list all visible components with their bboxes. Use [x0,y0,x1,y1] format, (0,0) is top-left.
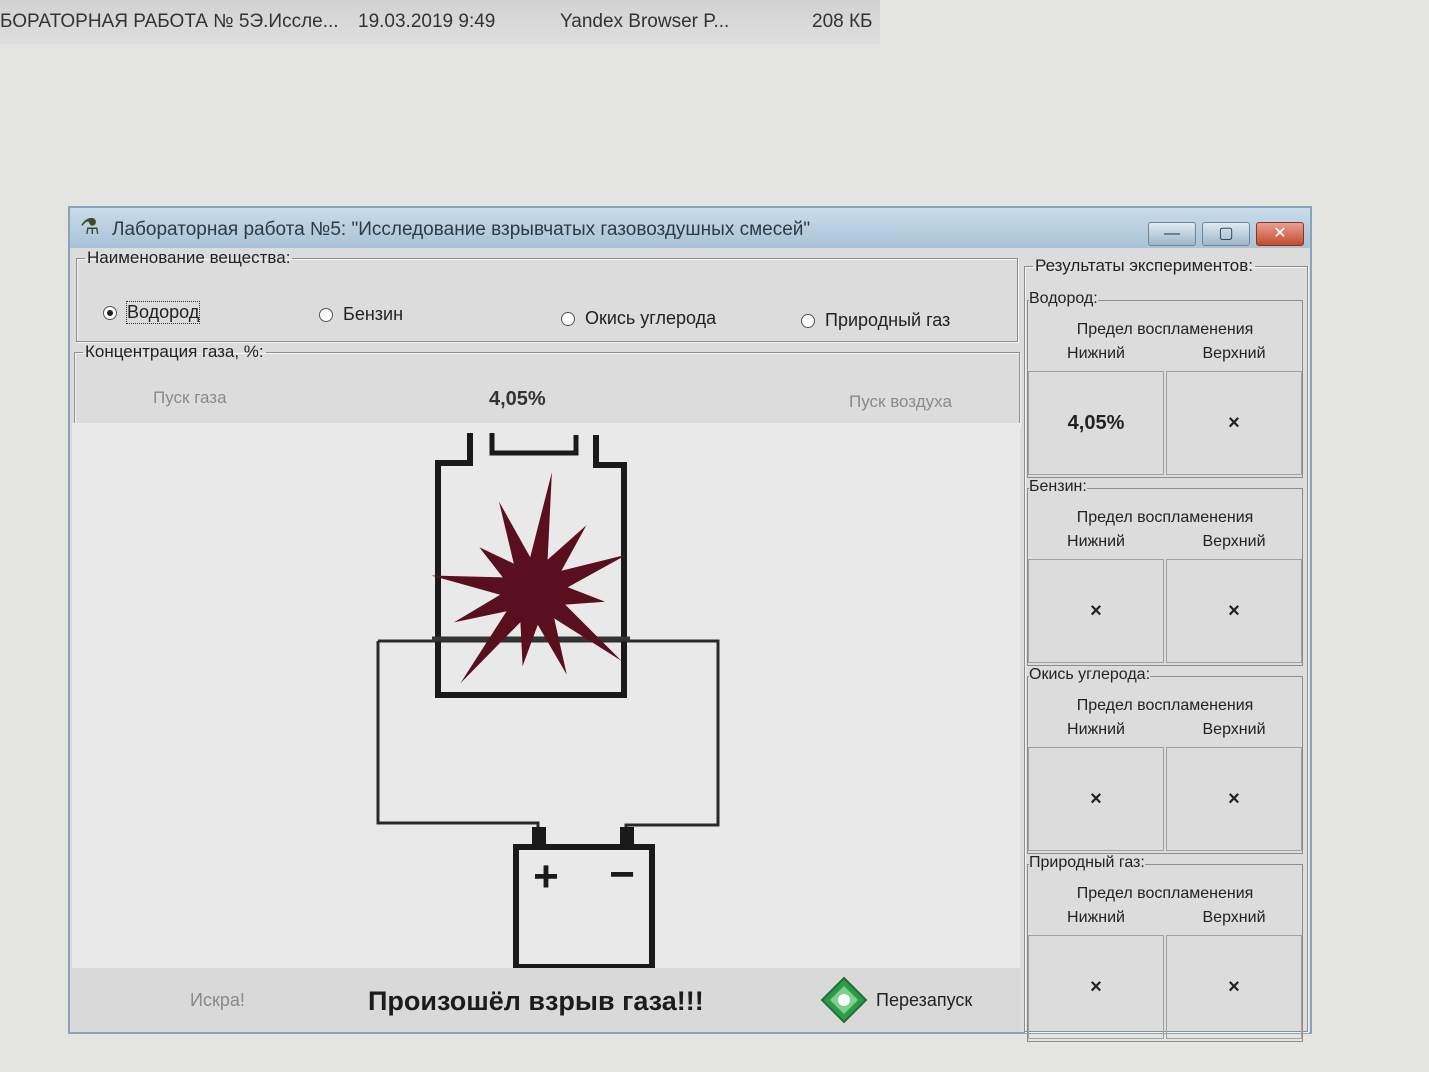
simulation-area: + − [72,423,1020,971]
bg-file-app: Yandex Browser P... [560,11,730,32]
status-message: Произошёл взрыв газа!!! [368,986,704,1016]
bg-file-name: БОРАТОРНАЯ РАБОТА № 5Э.Иссле... [0,11,339,32]
background-file-row: БОРАТОРНАЯ РАБОТА № 5Э.Иссле... 19.03.20… [0,0,880,44]
radio-natural-gas[interactable]: Природный газ [801,310,950,331]
restart-button[interactable]: Перезапуск [820,976,972,1024]
result-lower-value: 4,05% [1028,371,1164,475]
close-button[interactable]: ✕ [1256,222,1304,246]
gas-start-button[interactable]: Пуск газа [153,388,227,408]
radio-carbon-monoxide-label[interactable]: Окись углерода [585,308,716,329]
results-panel: Результаты экспериментов: Предел восплам… [1024,256,1308,1042]
radio-natural-gas-dot[interactable] [801,313,815,328]
result-group-name: Природный газ: [1029,854,1145,872]
result-group-natural-gas: Предел воспламенения Нижний Верхний × × … [1027,854,1305,1042]
battery-minus-sign: − [609,850,635,899]
maximize-button[interactable]: ▢ [1202,222,1250,246]
concentration-group: Концентрация газа, %: Пуск газа 4,05% Пу… [74,342,1020,426]
result-lower-label: Нижний [1067,909,1125,926]
air-start-button[interactable]: Пуск воздуха [849,392,952,412]
result-frame: Предел воспламенения Нижний Верхний × × [1027,488,1303,666]
result-frame: Предел воспламенения Нижний Верхний × × [1027,864,1303,1042]
window-title: Лабораторная работа №5: "Исследование вз… [112,219,811,240]
radio-carbon-monoxide-dot[interactable] [561,311,575,326]
wire-left [376,641,540,833]
result-header: Предел воспламенения [1076,509,1254,526]
result-group-name: Окись углерода: [1029,666,1151,684]
result-upper-label: Верхний [1202,909,1266,926]
radio-gasoline-label[interactable]: Бензин [343,304,403,325]
battery-terminal-plus [532,827,546,849]
radio-hydrogen-label[interactable]: Водород [125,301,201,324]
app-icon: ⚗ [80,214,100,239]
result-frame: Предел воспламенения Нижний Верхний 4,05… [1027,300,1303,478]
wire-right [378,639,720,833]
concentration-value: 4,05% [489,388,546,410]
result-lower-value: × [1028,935,1164,1039]
vessel-neck [489,433,579,456]
result-header: Предел воспламенения [1076,885,1254,902]
radio-natural-gas-label[interactable]: Природный газ [825,310,950,331]
radio-hydrogen[interactable]: Водород [103,301,201,324]
result-upper-label: Верхний [1202,533,1266,550]
result-lower-label: Нижний [1067,345,1125,362]
result-header: Предел воспламенения [1076,321,1254,338]
result-lower-value: × [1028,747,1164,851]
result-lower-label: Нижний [1067,721,1125,738]
restart-icon [820,976,868,1024]
minimize-button[interactable]: — [1148,222,1196,246]
battery-terminal-minus [620,827,634,849]
result-upper-value: × [1166,371,1302,475]
title-bar[interactable]: ⚗ Лабораторная работа №5: "Исследование … [70,208,1310,248]
result-upper-value: × [1166,559,1302,663]
spark-button[interactable]: Искра! [190,990,245,1011]
circuit-diagram: + − [376,433,720,970]
result-frame: Предел воспламенения Нижний Верхний × × [1027,676,1303,854]
bg-file-size: 208 КБ [812,11,873,32]
radio-gasoline-dot[interactable] [319,307,333,322]
result-lower-label: Нижний [1067,533,1125,550]
lab-window: ⚗ Лабораторная работа №5: "Исследование … [68,206,1312,1042]
result-group-carbon-monoxide: Предел воспламенения Нижний Верхний × × … [1027,666,1305,854]
radio-hydrogen-dot[interactable] [103,305,117,320]
results-legend: Результаты экспериментов: [1035,256,1254,275]
explosion-burst [431,472,628,684]
concentration-legend: Концентрация газа, %: [85,342,264,361]
result-upper-value: × [1166,935,1302,1039]
result-header: Предел воспламенения [1076,697,1254,714]
radio-gasoline[interactable]: Бензин [319,304,403,325]
result-group-name: Бензин: [1029,478,1087,496]
result-group-name: Водород: [1029,290,1098,308]
bg-file-date: 19.03.2019 9:49 [358,11,496,32]
result-upper-label: Верхний [1202,345,1266,362]
result-upper-value: × [1166,747,1302,851]
substance-group: Наименование вещества: Водород Бензин Ок… [76,248,1018,342]
restart-label[interactable]: Перезапуск [876,990,972,1011]
substance-legend: Наименование вещества: [87,248,291,267]
result-group-hydrogen: Предел воспламенения Нижний Верхний 4,05… [1027,290,1305,478]
result-lower-value: × [1028,559,1164,663]
result-upper-label: Верхний [1202,721,1266,738]
battery-plus-sign: + [533,852,559,901]
result-group-gasoline: Предел воспламенения Нижний Верхний × × … [1027,478,1305,666]
radio-carbon-monoxide[interactable]: Окись углерода [561,308,716,329]
bottom-bar: Искра! Произошёл взрыв газа!!! Перезапус… [72,968,1020,1032]
